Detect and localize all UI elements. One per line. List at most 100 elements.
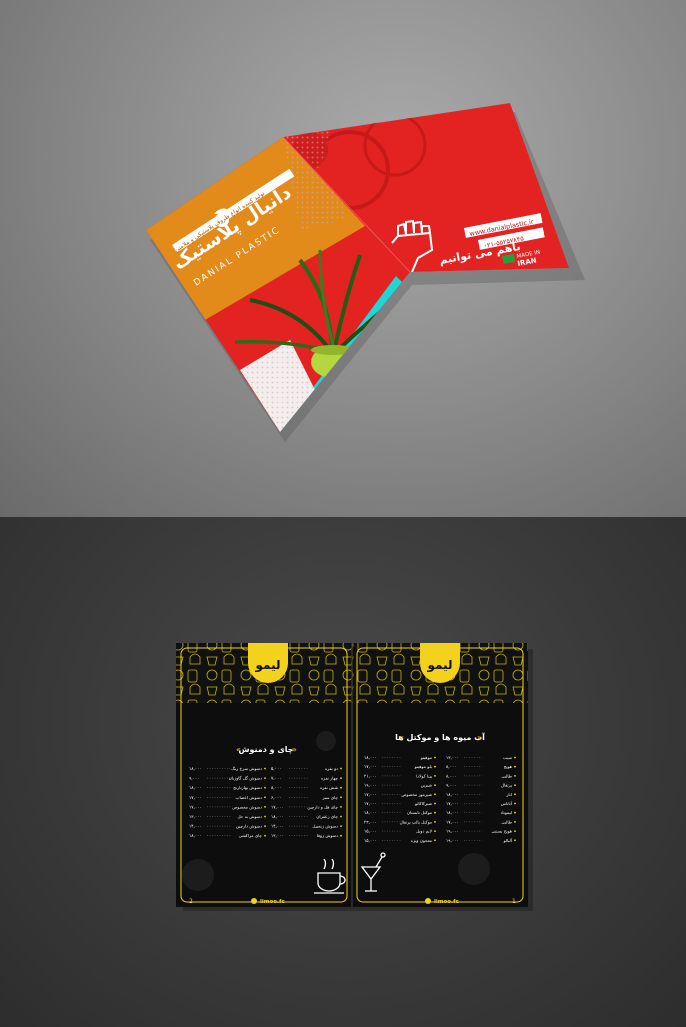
- menu-item-name: دمنوش مخصوص: [232, 804, 262, 809]
- menu-item-price: ۱۷,۰۰۰: [271, 804, 284, 809]
- menu-item-price: ۹,۰۰۰: [189, 776, 199, 781]
- menu-item-name: لیموناد: [501, 810, 512, 815]
- menu-item-name: معجون ویژه: [411, 838, 432, 843]
- menu-item-bullet: [264, 815, 266, 818]
- menu-item-price: ۱۵,۰۰۰: [364, 829, 377, 834]
- menu-brochure: لیمو چای و دمنوش « » ۱۸,۰۰۰ دمنوش سرخ رنگ…: [176, 643, 533, 911]
- menu-item-name: دمنوش زوفا: [317, 833, 338, 838]
- menu-item-price: ۱۸,۰۰۰: [189, 833, 202, 838]
- menu-item-name: پرتقال: [501, 783, 513, 788]
- menu-item-bullet: [340, 767, 342, 770]
- menu-item-price: ۱۷,۰۰۰: [446, 819, 459, 824]
- menu-item-name: سیب: [503, 755, 512, 760]
- top-brochure-illustration: باهم می توانیم www.danialplastic.ir ۰۲۱-…: [146, 103, 585, 442]
- menu-item-price: ۷,۰۰۰: [271, 776, 281, 781]
- menu-item-price: ۱۷,۰۰۰: [364, 792, 377, 797]
- menu-item-bullet: [434, 821, 436, 823]
- menu-item-price: ۱۹,۰۰۰: [364, 783, 377, 788]
- menu-item-bullet: [514, 821, 516, 823]
- section-title-tea: چای و دمنوش: [238, 745, 293, 755]
- menu-item-price: ۸,۰۰۰: [271, 785, 281, 790]
- menu-item-price: ۱۷,۰۰۰: [364, 801, 377, 806]
- menu-item-name: چهار نفره: [321, 776, 338, 781]
- menu-item-price: ۸,۰۰۰: [446, 773, 456, 778]
- menu-item-bullet: [340, 796, 342, 799]
- menu-item-bullet: [514, 756, 516, 759]
- menu-item-name: چای مراکشی: [239, 833, 263, 838]
- menu-item-price: ۸,۰۰۰: [446, 764, 456, 769]
- menu-item-bullet: [434, 811, 436, 814]
- menu-item-price: ۱۷,۰۰۰: [189, 795, 202, 800]
- menu-item-price: ۲۳,۰۰۰: [364, 819, 377, 824]
- menu-item-name: چای زعفران: [316, 814, 338, 819]
- menu-item-bullet: [340, 777, 342, 779]
- menu-item-name: طالبی: [501, 819, 512, 824]
- menu-item-price: ۲۱,۰۰۰: [364, 773, 377, 778]
- menu-item-price: ۱۷,۰۰۰: [446, 801, 459, 806]
- footer-right: limoo.fc: [434, 899, 459, 905]
- menu-item-bullet: [434, 830, 436, 832]
- menu-item-price: ۱۸,۰۰۰: [446, 792, 459, 797]
- menu-item-bullet: [434, 784, 436, 786]
- menu-item-bullet: [264, 767, 266, 770]
- menu-item-bullet: [514, 784, 516, 786]
- menu-left-page: لیمو چای و دمنوش « » ۱۸,۰۰۰ دمنوش سرخ رنگ…: [176, 643, 352, 907]
- menu-item-name: موکتل تابستان: [407, 810, 432, 815]
- menu-item-bullet: [264, 786, 266, 789]
- menu-item-name: آلبالو: [503, 838, 513, 843]
- menu-item-bullet: [340, 786, 342, 789]
- menu-item-bullet: [434, 765, 436, 768]
- menu-item-bullet: [264, 834, 266, 837]
- menu-item-name: موکتل پالپ پرتقال: [400, 819, 432, 824]
- menu-item-price: ۵,۰۰۰: [271, 766, 281, 771]
- menu-item-bullet: [434, 756, 436, 759]
- section-title-juice: آب میوه ها و موکتل ها: [395, 732, 485, 742]
- limoo-logo-text-left: لیمو: [255, 658, 281, 673]
- menu-item-bullet: [434, 775, 436, 777]
- menu-item-name: پینا کولادا: [416, 773, 433, 778]
- menu-item-name: دمنوش گل گاوزبان: [229, 776, 262, 781]
- menu-item-price: ۱۸,۰۰۰: [364, 810, 377, 815]
- footer-icon-right: [425, 898, 431, 904]
- lime-slice-shadow-left-b: [316, 731, 336, 751]
- menu-item-bullet: [264, 806, 266, 808]
- menu-item-name: چای هل و دارچین: [307, 804, 338, 809]
- menu-item-price: ۱۸,۰۰۰: [364, 755, 377, 760]
- menu-item-price: ۶,۰۰۰: [271, 795, 281, 800]
- menu-item-price: ۱۹,۰۰۰: [446, 829, 459, 834]
- menu-item-bullet: [514, 830, 516, 832]
- menu-item-price: ۱۴,۰۰۰: [189, 824, 202, 829]
- title-bracket-left-b: »: [292, 745, 297, 754]
- menu-item-price: ۱۸,۰۰۰: [189, 785, 202, 790]
- menu-item-name: دمنوش دارچین: [236, 824, 262, 829]
- menu-item-price: ۱۵,۰۰۰: [364, 838, 377, 843]
- menu-item-name: دمنوش سرخ رنگ: [231, 766, 262, 771]
- menu-item-bullet: [514, 793, 516, 796]
- footer-icon-left: [251, 898, 257, 904]
- menu-item-bullet: [264, 796, 266, 799]
- menu-item-bullet: [514, 765, 516, 768]
- menu-item-bullet: [264, 777, 266, 779]
- menu-item-bullet: [340, 806, 342, 808]
- menu-item-bullet: [434, 839, 436, 842]
- menu-item-price: ۱۸,۰۰۰: [271, 814, 284, 819]
- menu-item-price: ۱۳,۰۰۰: [446, 755, 459, 760]
- menu-item-price: ۱۴,۰۰۰: [271, 824, 284, 829]
- menu-item-name: انار: [505, 792, 512, 797]
- menu-item-name: دو نفره: [325, 766, 338, 771]
- footer-left: limoo.fc: [260, 899, 285, 905]
- menu-item-name: آناناس: [501, 801, 513, 806]
- bottom-mockup-scene: لیمو چای و دمنوش « » ۱۸,۰۰۰ دمنوش سرخ رنگ…: [0, 517, 686, 1027]
- page-number-left: 2: [189, 898, 193, 905]
- menu-item-price: ۹,۰۰۰: [446, 783, 456, 788]
- menu-item-name: طالبی: [501, 773, 512, 778]
- menu-right-page: لیمو آب میوه ها و موکتل ها « » ۱۸,۰۰۰ موه…: [352, 643, 528, 907]
- menu-item-price: ۱۹,۰۰۰: [446, 838, 459, 843]
- menu-item-name: دمنوش بهارنارنج: [233, 785, 262, 790]
- menu-item-name: شیرین: [421, 783, 433, 788]
- menu-item-price: ۱۷,۰۰۰: [189, 804, 202, 809]
- title-bracket-left-a: «: [236, 745, 241, 754]
- menu-item-name: شش نفره: [320, 785, 338, 790]
- menu-item-name: دمنوش اعصاب: [236, 795, 263, 800]
- lime-slice-shadow-left: [182, 859, 214, 891]
